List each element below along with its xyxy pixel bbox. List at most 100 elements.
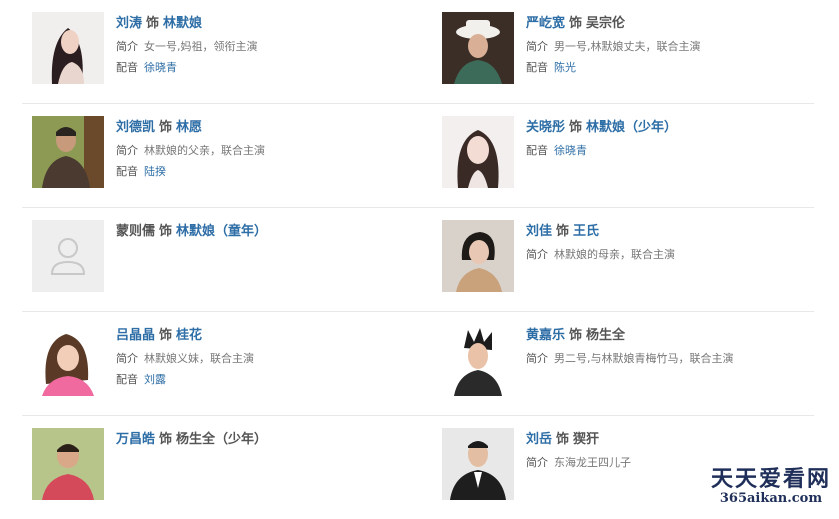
intro-line: 简介 男二号,与林默娘青梅竹马，联合主演 — [526, 351, 822, 367]
cast-row: 蒙则儒饰林默娘（童年） 刘佳 饰 王氏 简介 林默娘的母亲，联合主演 — [22, 208, 814, 312]
portrait-image — [442, 428, 514, 500]
actor-name-link[interactable]: 刘涛 — [116, 16, 142, 31]
actor-photo[interactable] — [32, 428, 104, 500]
voice-actor-link[interactable]: 陈光 — [554, 61, 576, 74]
voice-actor-link[interactable]: 陆揆 — [144, 165, 166, 178]
as-separator: 饰 — [159, 120, 173, 135]
as-separator: 饰 — [569, 328, 583, 343]
intro-label: 简介 — [116, 40, 138, 53]
actor-name-link[interactable]: 关晓彤 — [526, 120, 565, 135]
as-separator: 饰 — [159, 432, 173, 447]
portrait-image — [442, 12, 514, 84]
role-name-link[interactable]: 林默娘 — [163, 16, 202, 31]
voice-label: 配音 — [526, 144, 548, 157]
cast-row: 万昌皓饰杨生全（少年） 刘岳饰猰犴 简介 东海龙王四儿子 — [22, 416, 814, 519]
role-name: 杨生全 — [586, 328, 626, 343]
actor-photo[interactable] — [442, 428, 514, 500]
actor-photo[interactable] — [32, 12, 104, 84]
actor-name-link[interactable]: 刘岳 — [526, 432, 552, 447]
intro-text: 林默娘的母亲，联合主演 — [554, 248, 675, 261]
actor-name-link[interactable]: 吕晶晶 — [116, 328, 155, 343]
voice-line: 配音 徐晓青 — [116, 60, 412, 76]
actor-photo[interactable] — [32, 324, 104, 396]
voice-line: 配音 陈光 — [526, 60, 822, 76]
portrait-image — [32, 116, 104, 188]
intro-line: 简介 男一号,林默娘丈夫，联合主演 — [526, 39, 822, 55]
role-name: 杨生全（少年） — [176, 432, 268, 447]
actor-name-link[interactable]: 刘德凯 — [116, 120, 155, 135]
actor-photo[interactable] — [442, 12, 514, 84]
actor-name-link[interactable]: 刘佳 — [526, 224, 552, 239]
intro-label: 简介 — [526, 248, 548, 261]
cast-row: 吕晶晶饰桂花 简介 林默娘义妹，联合主演 配音 刘露 黄嘉乐 饰 杨生全 简介 … — [22, 312, 814, 416]
portrait-image — [32, 428, 104, 500]
voice-label: 配音 — [526, 61, 548, 74]
cast-row: 刘涛饰林默娘 简介 女一号,妈祖，领衔主演 配音 徐晓青 严屹宽 饰 吴宗伦 简… — [22, 0, 814, 104]
intro-label: 简介 — [116, 352, 138, 365]
cast-card: 蒙则儒饰林默娘（童年） — [32, 220, 412, 294]
actor-photo[interactable] — [442, 116, 514, 188]
voice-line: 配音 徐晓青 — [526, 143, 822, 159]
as-separator: 饰 — [556, 432, 570, 447]
watermark-url: 365aikan.com — [719, 491, 823, 506]
avatar-placeholder-icon — [32, 220, 104, 292]
actor-photo[interactable] — [442, 324, 514, 396]
role-name-link[interactable]: 王氏 — [573, 224, 599, 239]
cast-title: 刘佳饰王氏 — [526, 222, 822, 242]
as-separator: 饰 — [159, 328, 173, 343]
intro-label: 简介 — [526, 40, 548, 53]
intro-text: 林默娘的父亲，联合主演 — [144, 144, 265, 157]
portrait-image — [442, 220, 514, 292]
intro-text: 男二号,与林默娘青梅竹马，联合主演 — [554, 352, 734, 365]
as-separator: 饰 — [159, 224, 173, 239]
cast-title: 刘岳饰猰犴 — [526, 430, 822, 450]
cast-title: 吕晶晶饰桂花 — [116, 326, 412, 346]
actor-name-link[interactable]: 黄嘉乐 — [526, 328, 565, 343]
intro-line: 简介 林默娘义妹，联合主演 — [116, 351, 412, 367]
as-separator: 饰 — [569, 120, 583, 135]
cast-row: 刘德凯饰林愿 简介 林默娘的父亲，联合主演 配音 陆揆 关晓彤 饰 林默娘（少年… — [22, 104, 814, 208]
voice-label: 配音 — [116, 61, 138, 74]
cast-card: 万昌皓饰杨生全（少年） — [32, 428, 412, 502]
voice-label: 配音 — [116, 373, 138, 386]
actor-photo[interactable] — [32, 220, 104, 292]
intro-text: 男一号,林默娘丈夫，联合主演 — [554, 40, 701, 53]
portrait-image — [32, 324, 104, 396]
role-name: 吴宗伦 — [586, 16, 626, 31]
cast-title: 黄嘉乐饰杨生全 — [526, 326, 822, 346]
intro-text: 林默娘义妹，联合主演 — [144, 352, 254, 365]
intro-label: 简介 — [116, 144, 138, 157]
voice-line: 配音 刘露 — [116, 372, 412, 388]
role-name-link[interactable]: 林默娘（童年） — [176, 224, 267, 239]
voice-actor-link[interactable]: 刘露 — [144, 373, 166, 386]
actor-name-link[interactable]: 万昌皓 — [116, 432, 155, 447]
cast-card: 刘佳饰王氏 简介 林默娘的母亲，联合主演 — [442, 220, 822, 294]
portrait-image — [32, 12, 104, 84]
role-name-link[interactable]: 林默娘（少年） — [586, 120, 677, 135]
cast-title: 关晓彤饰林默娘（少年） — [526, 118, 822, 138]
cast-card: 刘涛饰林默娘 简介 女一号,妈祖，领衔主演 配音 徐晓青 — [32, 12, 412, 86]
intro-label: 简介 — [526, 352, 548, 365]
site-watermark: 天天爱看网 365aikan.com — [711, 467, 831, 507]
voice-actor-link[interactable]: 徐晓青 — [144, 61, 177, 74]
cast-card: 吕晶晶饰桂花 简介 林默娘义妹，联合主演 配音 刘露 — [32, 324, 412, 398]
actor-photo[interactable] — [442, 220, 514, 292]
voice-actor-link[interactable]: 徐晓青 — [554, 144, 587, 157]
cast-title: 刘德凯饰林愿 — [116, 118, 412, 138]
cast-card: 黄嘉乐饰杨生全 简介 男二号,与林默娘青梅竹马，联合主演 — [442, 324, 822, 398]
actor-photo[interactable] — [32, 116, 104, 188]
cast-card: 关晓彤饰林默娘（少年） 配音 徐晓青 — [442, 116, 822, 190]
role-name-link[interactable]: 桂花 — [176, 328, 202, 343]
role-name-link[interactable]: 林愿 — [176, 120, 202, 135]
portrait-image — [442, 116, 514, 188]
intro-label: 简介 — [526, 456, 548, 469]
intro-line: 简介 女一号,妈祖，领衔主演 — [116, 39, 412, 55]
intro-line: 简介 林默娘的母亲，联合主演 — [526, 247, 822, 263]
intro-text: 东海龙王四儿子 — [554, 456, 631, 469]
cast-title: 万昌皓饰杨生全（少年） — [116, 430, 412, 450]
as-separator: 饰 — [569, 16, 583, 31]
actor-name: 蒙则儒 — [116, 224, 156, 239]
cast-card: 严屹宽饰吴宗伦 简介 男一号,林默娘丈夫，联合主演 配音 陈光 — [442, 12, 822, 86]
actor-name-link[interactable]: 严屹宽 — [526, 16, 565, 31]
watermark-text: 天天爱看网 — [710, 466, 831, 492]
